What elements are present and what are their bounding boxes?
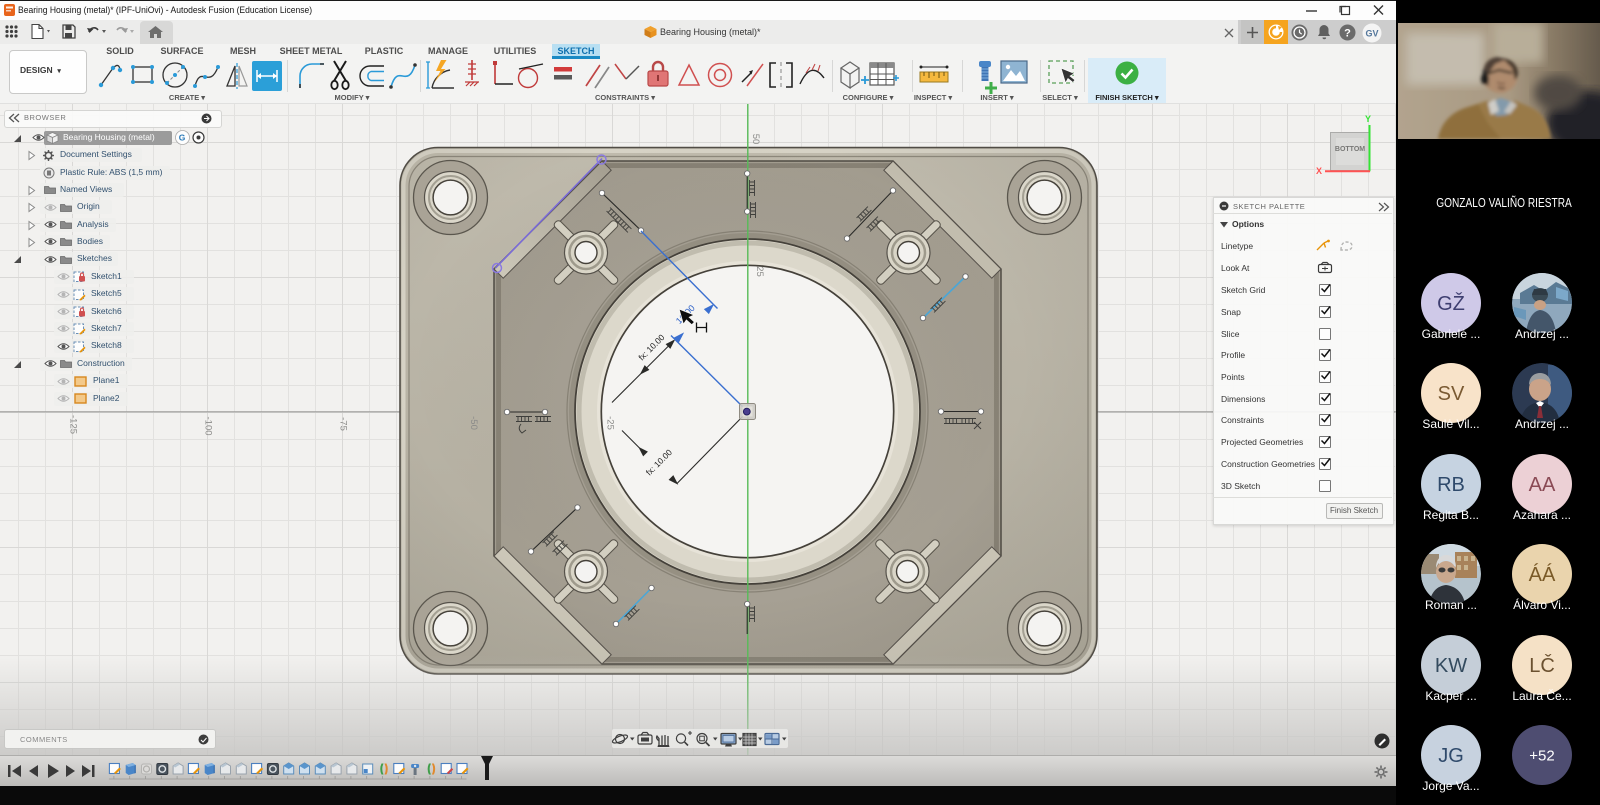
svg-text:50: 50 xyxy=(750,134,761,145)
svg-text:JG: JG xyxy=(1438,745,1464,767)
svg-text:?: ? xyxy=(1344,28,1351,40)
svg-text:X: X xyxy=(1316,166,1322,176)
svg-text:+52: +52 xyxy=(1529,747,1554,764)
svg-text:Y: Y xyxy=(1365,114,1371,124)
svg-text:-50: -50 xyxy=(468,416,479,430)
svg-text:SV: SV xyxy=(1438,383,1465,405)
svg-text:AA: AA xyxy=(1529,474,1556,496)
svg-text:RB: RB xyxy=(1437,474,1465,496)
svg-text:25: 25 xyxy=(754,266,765,277)
svg-text:GV: GV xyxy=(1365,29,1378,39)
svg-text:LČ: LČ xyxy=(1529,654,1555,677)
svg-text:-125: -125 xyxy=(68,415,79,434)
svg-text:-100: -100 xyxy=(203,416,214,435)
svg-text:GŽ: GŽ xyxy=(1437,292,1465,315)
svg-text:-75: -75 xyxy=(338,417,349,431)
svg-text:KW: KW xyxy=(1435,655,1467,677)
svg-text:ÁÁ: ÁÁ xyxy=(1529,563,1556,586)
svg-text:G: G xyxy=(179,133,186,143)
svg-text:-25: -25 xyxy=(605,416,616,430)
